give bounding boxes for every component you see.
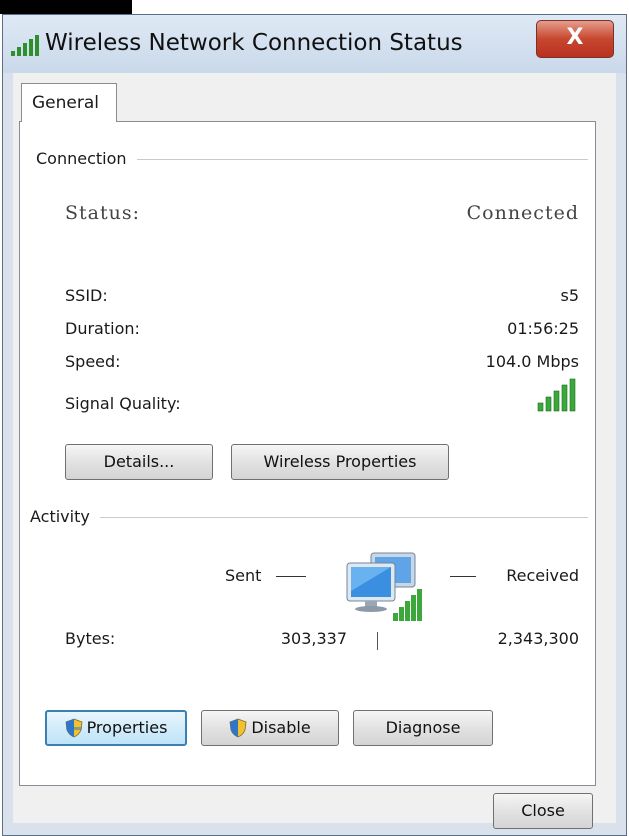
status-dialog: Wireless Network Connection Status X Gen…: [2, 14, 627, 836]
connection-section-label: Connection: [36, 149, 137, 168]
tab-general[interactable]: General: [21, 83, 117, 122]
dialog-client-area: General Connection Status: Connected SSI…: [13, 73, 616, 829]
received-connector-line: [450, 576, 476, 577]
ssid-label: SSID:: [65, 286, 108, 305]
general-tab-panel: Connection Status: Connected SSID: s5 Du…: [19, 121, 596, 786]
status-label: Status:: [65, 202, 141, 224]
disable-button[interactable]: Disable: [201, 710, 339, 746]
speed-label: Speed:: [65, 352, 121, 371]
activity-rule: [30, 517, 588, 518]
bytes-received-value: 2,343,300: [497, 629, 579, 648]
details-button[interactable]: Details...: [65, 444, 213, 480]
network-computers-icon: [346, 552, 422, 621]
uac-shield-icon: [229, 718, 247, 737]
bytes-sent-value: 303,337: [280, 629, 347, 648]
close-button[interactable]: Close: [493, 793, 593, 829]
speed-value: 104.0 Mbps: [485, 352, 579, 371]
window-title: Wireless Network Connection Status: [45, 30, 463, 56]
wireless-signal-icon: [11, 35, 39, 56]
signal-quality-label: Signal Quality:: [65, 394, 181, 413]
diagnose-button[interactable]: Diagnose: [353, 710, 493, 746]
disable-button-label: Disable: [251, 718, 311, 737]
uac-shield-icon: [65, 718, 82, 737]
top-black-bar: [0, 0, 132, 14]
duration-label: Duration:: [65, 319, 140, 338]
properties-button-label: Properties: [86, 718, 168, 737]
activity-section-label: Activity: [30, 507, 100, 526]
sent-connector-line: [276, 576, 306, 577]
title-bar[interactable]: Wireless Network Connection Status X: [3, 15, 626, 73]
duration-value: 01:56:25: [507, 319, 579, 338]
properties-button[interactable]: Properties: [45, 710, 187, 746]
received-label: Received: [506, 566, 579, 585]
bytes-label: Bytes:: [65, 629, 116, 648]
wireless-properties-button[interactable]: Wireless Properties: [231, 444, 449, 480]
title-close-button[interactable]: X: [536, 20, 614, 58]
bytes-divider: [377, 632, 378, 650]
sent-label: Sent: [225, 566, 262, 585]
status-value: Connected: [466, 202, 579, 224]
signal-bars-icon: [537, 378, 576, 412]
ssid-value: s5: [560, 286, 579, 305]
